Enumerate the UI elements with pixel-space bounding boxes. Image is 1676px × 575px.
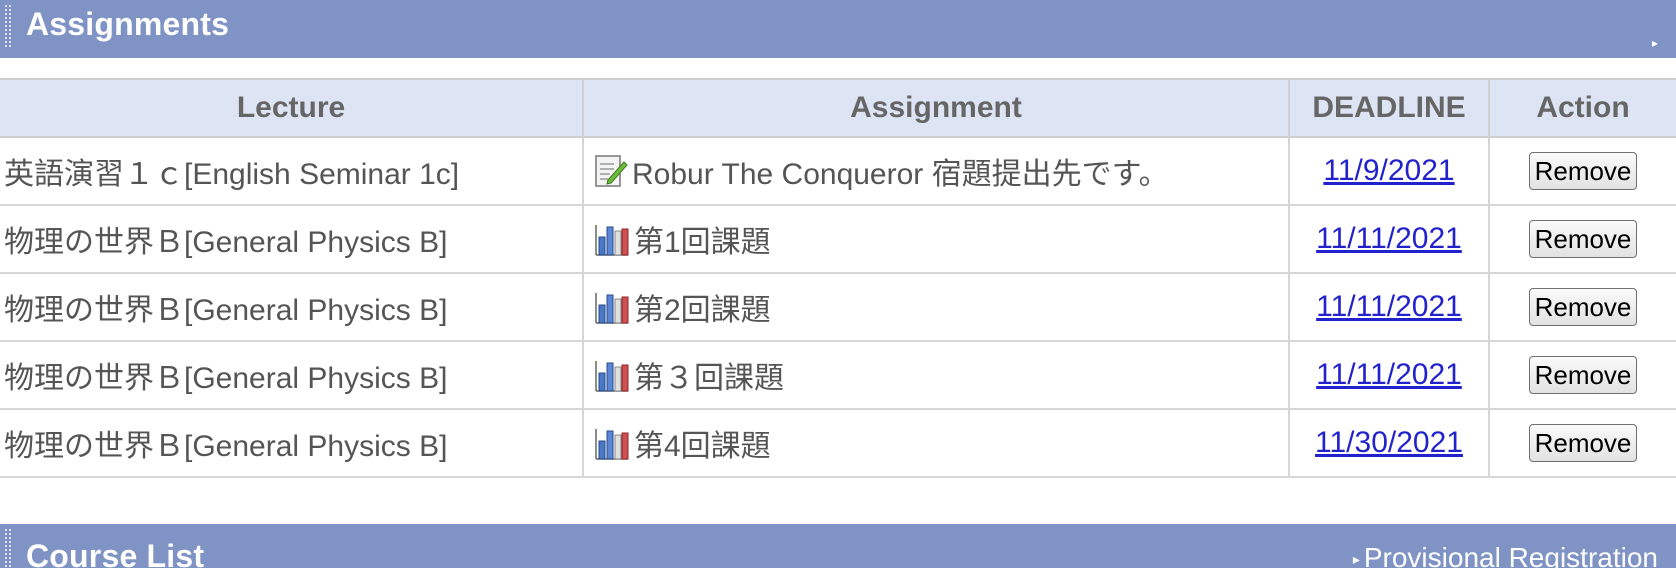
lecture-name: 物理の世界Ｂ[General Physics B] [4, 430, 448, 463]
lecture-cell: 物理の世界Ｂ[General Physics B] [0, 408, 584, 478]
deadline-link[interactable]: 11/30/2021 [1315, 426, 1463, 459]
course-list-panel-header: Course List ▸ Provisional Registration [0, 524, 1676, 574]
provisional-registration-link[interactable]: ▸ Provisional Registration [1353, 542, 1658, 574]
assignment-cell: 第4回課題 [582, 408, 1290, 478]
assignment-title: 第1回課題 [634, 226, 771, 259]
deadline-link[interactable]: 11/11/2021 [1316, 290, 1462, 323]
column-header-deadline: DEADLINE [1288, 78, 1490, 138]
lecture-name: 物理の世界Ｂ[General Physics B] [4, 294, 448, 327]
deadline-cell: 11/9/2021 [1288, 136, 1490, 206]
remove-button[interactable]: Remove [1529, 220, 1637, 258]
deadline-cell: 11/11/2021 [1288, 204, 1490, 274]
drag-handle-icon[interactable] [4, 528, 12, 568]
bar-chart-icon [595, 429, 629, 460]
drag-handle-icon[interactable] [4, 4, 12, 48]
deadline-link[interactable]: 11/11/2021 [1316, 222, 1462, 255]
remove-button[interactable]: Remove [1529, 424, 1637, 462]
action-cell: Remove [1488, 136, 1676, 206]
assignment-title: 第2回課題 [634, 294, 771, 327]
table-row: 英語演習１ｃ[English Seminar 1c] Robur The Conq… [0, 136, 1676, 206]
deadline-cell: 11/11/2021 [1288, 340, 1490, 410]
deadline-link[interactable]: 11/9/2021 [1323, 154, 1454, 187]
assignment-title: 第３回課題 [634, 362, 784, 395]
lecture-name: 英語演習１ｃ[English Seminar 1c] [4, 158, 460, 191]
course-list-panel-title: Course List [26, 538, 205, 574]
deadline-cell: 11/11/2021 [1288, 272, 1490, 342]
assignments-panel-header: Assignments ▸ [0, 0, 1676, 58]
remove-button[interactable]: Remove [1529, 356, 1637, 394]
action-cell: Remove [1488, 272, 1676, 342]
assignment-cell: 第1回課題 [582, 204, 1290, 274]
assignment-title: 第4回課題 [634, 430, 771, 463]
collapse-arrow-icon[interactable]: ▸ [1652, 37, 1658, 49]
bar-chart-icon [595, 293, 629, 324]
deadline-link[interactable]: 11/11/2021 [1316, 358, 1462, 391]
report-edit-icon [595, 155, 628, 187]
action-cell: Remove [1488, 204, 1676, 274]
column-header-lecture: Lecture [0, 78, 584, 138]
remove-button[interactable]: Remove [1529, 288, 1637, 326]
assignments-panel-title: Assignments [26, 6, 230, 42]
lecture-cell: 物理の世界Ｂ[General Physics B] [0, 272, 584, 342]
table-row: 物理の世界Ｂ[General Physics B] 第4回課題 11/30/2021… [0, 408, 1676, 478]
assignment-cell: 第３回課題 [582, 340, 1290, 410]
assignment-title: Robur The Conqueror 宿題提出先です。 [632, 158, 1169, 191]
lecture-cell: 英語演習１ｃ[English Seminar 1c] [0, 136, 584, 206]
assignment-cell: 第2回課題 [582, 272, 1290, 342]
lecture-cell: 物理の世界Ｂ[General Physics B] [0, 204, 584, 274]
lecture-cell: 物理の世界Ｂ[General Physics B] [0, 340, 584, 410]
lecture-name: 物理の世界Ｂ[General Physics B] [4, 226, 448, 259]
table-row: 物理の世界Ｂ[General Physics B] 第2回課題 11/11/2021… [0, 272, 1676, 342]
action-cell: Remove [1488, 340, 1676, 410]
link-arrow-icon: ▸ [1352, 551, 1360, 568]
bar-chart-icon [595, 361, 629, 392]
table-row: 物理の世界Ｂ[General Physics B] 第1回課題 11/11/2021… [0, 204, 1676, 274]
assignment-cell: Robur The Conqueror 宿題提出先です。 [582, 136, 1290, 206]
deadline-cell: 11/30/2021 [1288, 408, 1490, 478]
bar-chart-icon [595, 225, 629, 256]
action-cell: Remove [1488, 408, 1676, 478]
lecture-name: 物理の世界Ｂ[General Physics B] [4, 362, 448, 395]
assignments-table: Lecture Assignment DEADLINE Action 英語演習１… [0, 78, 1676, 478]
remove-button[interactable]: Remove [1529, 152, 1637, 190]
column-header-action: Action [1488, 78, 1676, 138]
table-row: 物理の世界Ｂ[General Physics B] 第３回課題 11/11/2021… [0, 340, 1676, 410]
column-header-assignment: Assignment [582, 78, 1290, 138]
provisional-registration-label: Provisional Registration [1363, 542, 1658, 573]
table-header-row: Lecture Assignment DEADLINE Action [0, 78, 1676, 138]
